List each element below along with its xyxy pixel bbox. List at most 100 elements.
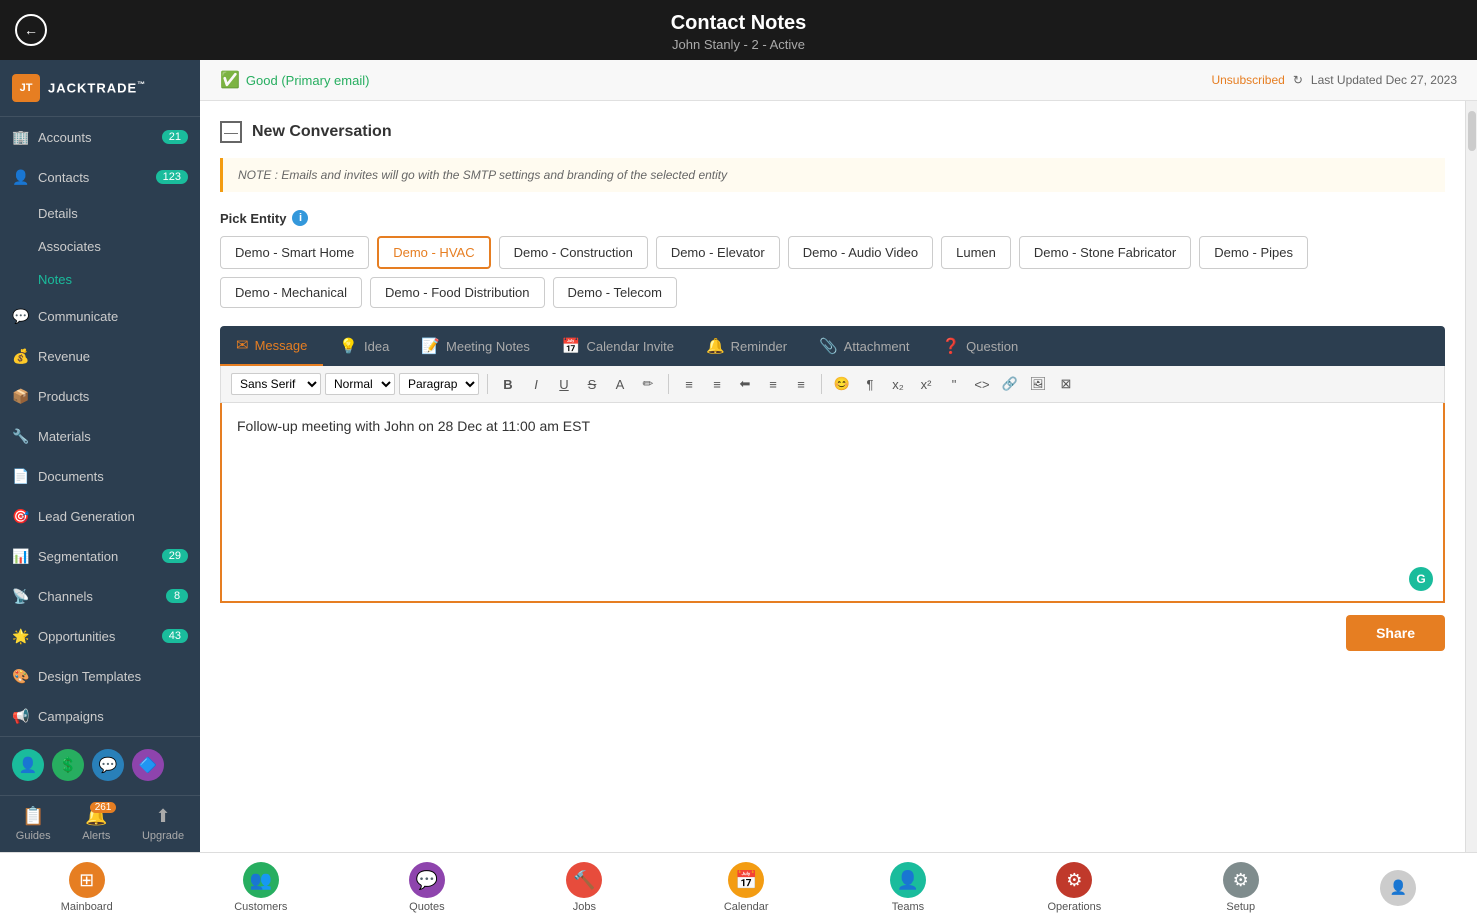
underline-button[interactable]: U [552,372,576,396]
tab-idea[interactable]: 💡 Idea [323,327,405,365]
subscript-button[interactable]: x₂ [886,372,910,396]
scroll-thumb[interactable] [1468,111,1476,151]
align-left-button[interactable]: ⬅ [733,372,757,396]
entity-btn-lumen[interactable]: Lumen [941,236,1011,269]
entity-btn-elevator[interactable]: Demo - Elevator [656,236,780,269]
tab-message[interactable]: ✉ Message [220,326,323,366]
entity-btn-hvac[interactable]: Demo - HVAC [377,236,490,269]
upgrade-icon: ⬆ [156,806,171,827]
font-color-button[interactable]: A [608,372,632,396]
sidebar-item-notes[interactable]: Notes [0,263,200,296]
collapse-button[interactable]: — [220,121,242,143]
idea-tab-icon: 💡 [339,337,358,355]
sidebar-item-communicate[interactable]: 💬 Communicate [0,296,200,336]
sidebar-item-lead-generation[interactable]: 🎯 Lead Generation [0,496,200,536]
scrollbar[interactable] [1465,101,1477,852]
bottom-item-calendar[interactable]: 📅 Calendar [724,862,769,913]
conversation-header: — New Conversation [220,121,1445,143]
entity-btn-mechanical[interactable]: Demo - Mechanical [220,277,362,308]
sidebar-item-channels[interactable]: 📡 Channels 8 [0,576,200,616]
strikethrough-button[interactable]: S [580,372,604,396]
image-button[interactable]: 🖼 [1026,372,1050,396]
bold-button[interactable]: B [496,372,520,396]
entity-btn-construction[interactable]: Demo - Construction [499,236,648,269]
sidebar-item-revenue[interactable]: 💰 Revenue [0,336,200,376]
font-family-select[interactable]: Sans Serif [231,373,321,395]
italic-button[interactable]: I [524,372,548,396]
message-editor[interactable]: Follow-up meeting with John on 28 Dec at… [220,403,1445,603]
align-center-button[interactable]: ≡ [761,372,785,396]
sidebar-footer-icon-1[interactable]: 👤 [12,749,44,781]
sidebar-item-products[interactable]: 📦 Products [0,376,200,416]
tab-calendar-invite[interactable]: 📅 Calendar Invite [546,327,690,365]
align-right-button[interactable]: ≡ [789,372,813,396]
tab-attachment[interactable]: 📎 Attachment [803,327,925,365]
sidebar-footer-icon-2[interactable]: 💲 [52,749,84,781]
calendar-invite-tab-icon: 📅 [562,337,581,355]
highlight-button[interactable]: ✏ [636,372,660,396]
bottom-item-customers[interactable]: 👥 Customers [234,862,287,913]
font-size-select[interactable]: Normal [325,373,395,395]
sidebar-footer-icon-4[interactable]: 🔷 [132,749,164,781]
logo-text: JACKTRADE™ [48,80,146,95]
guides-button[interactable]: 📋 Guides [16,806,51,842]
entity-btn-telecom[interactable]: Demo - Telecom [553,277,677,308]
entity-btn-food-distribution[interactable]: Demo - Food Distribution [370,277,545,308]
page-title: Contact Notes [0,12,1477,35]
toolbar-divider-3 [821,374,822,394]
ordered-list-button[interactable]: ≡ [677,372,701,396]
sidebar-item-accounts[interactable]: 🏢 Accounts 21 [0,117,200,157]
lead-generation-icon: 🎯 [12,507,30,525]
bottom-item-setup[interactable]: ⚙ Setup [1223,862,1259,913]
content-area: — New Conversation NOTE : Emails and inv… [200,101,1465,852]
sidebar-item-opportunities[interactable]: 🌟 Opportunities 43 [0,616,200,656]
clear-format-button[interactable]: ⊠ [1054,372,1078,396]
teams-icon: 👤 [890,862,926,898]
entity-btn-smart-home[interactable]: Demo - Smart Home [220,236,369,269]
sidebar-footer: 👤 💲 💬 🔷 [0,736,200,793]
link-button[interactable]: 🔗 [998,372,1022,396]
attachment-tab-icon: 📎 [819,337,838,355]
documents-icon: 📄 [12,467,30,485]
bottom-item-quotes[interactable]: 💬 Quotes [409,862,445,913]
design-templates-icon: 🎨 [12,667,30,685]
sidebar-item-contacts[interactable]: 👤 Contacts 123 [0,157,200,197]
share-button[interactable]: Share [1346,615,1445,651]
page-subtitle: John Stanly - 2 - Active [0,37,1477,52]
tab-meeting-notes[interactable]: 📝 Meeting Notes [405,327,546,365]
back-button[interactable]: ← [15,14,47,46]
sidebar-item-documents[interactable]: 📄 Documents [0,456,200,496]
upgrade-button[interactable]: ⬆ Upgrade [142,806,184,842]
bottom-item-teams[interactable]: 👤 Teams [890,862,926,913]
bottom-item-mainboard[interactable]: ⊞ Mainboard [61,862,113,913]
tab-reminder[interactable]: 🔔 Reminder [690,327,803,365]
sidebar: JT JACKTRADE™ 🏢 Accounts 21 👤 Contacts 1… [0,60,200,852]
tab-question[interactable]: ❓ Question [925,327,1034,365]
entity-btn-audio-video[interactable]: Demo - Audio Video [788,236,933,269]
sidebar-item-segmentation[interactable]: 📊 Segmentation 29 [0,536,200,576]
paragraph-select[interactable]: Paragraph [399,373,479,395]
entity-btn-pipes[interactable]: Demo - Pipes [1199,236,1308,269]
user-avatar[interactable]: 👤 [1380,870,1416,906]
paragraph-mark-button[interactable]: ¶ [858,372,882,396]
bottom-item-operations[interactable]: ⚙ Operations [1047,862,1101,913]
bottom-item-jobs[interactable]: 🔨 Jobs [566,862,602,913]
sidebar-footer-icon-3[interactable]: 💬 [92,749,124,781]
last-updated: Last Updated Dec 27, 2023 [1311,73,1457,87]
unordered-list-button[interactable]: ≡ [705,372,729,396]
entity-btn-stone-fabricator[interactable]: Demo - Stone Fabricator [1019,236,1191,269]
code-button[interactable]: <> [970,372,994,396]
sidebar-bottom-nav: 📋 Guides 261 🔔 Alerts ⬆ Upgrade [0,795,200,852]
operations-icon: ⚙ [1056,862,1092,898]
info-icon: i [292,210,308,226]
sidebar-item-associates[interactable]: Associates [0,230,200,263]
alerts-button[interactable]: 261 🔔 Alerts [82,806,110,842]
emoji-button[interactable]: 😊 [830,372,854,396]
sidebar-item-details[interactable]: Details [0,197,200,230]
pick-entity-section: Pick Entity i [220,210,1445,226]
sidebar-item-design-templates[interactable]: 🎨 Design Templates [0,656,200,696]
superscript-button[interactable]: x² [914,372,938,396]
blockquote-button[interactable]: " [942,372,966,396]
sidebar-item-materials[interactable]: 🔧 Materials [0,416,200,456]
sidebar-item-campaigns[interactable]: 📢 Campaigns [0,696,200,736]
